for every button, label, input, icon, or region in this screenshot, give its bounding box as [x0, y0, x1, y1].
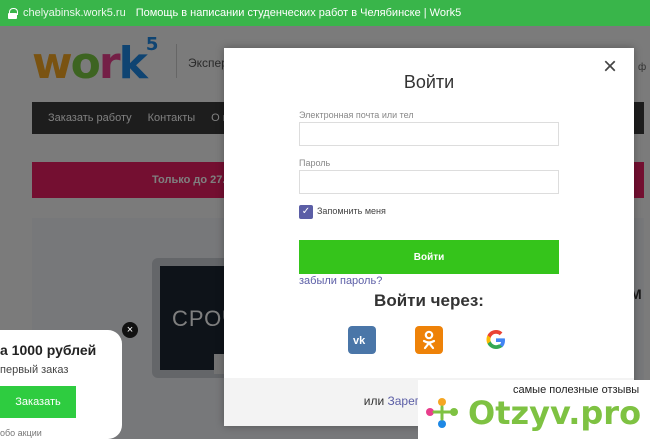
password-label: Пароль: [299, 158, 331, 168]
discount-more-link[interactable]: обо акции: [0, 428, 42, 438]
google-icon[interactable]: [482, 326, 510, 354]
email-field[interactable]: [299, 122, 559, 146]
odnoklassniki-icon[interactable]: [415, 326, 443, 354]
browser-address-bar[interactable]: chelyabinsk.work5.ru Помощь в написании …: [0, 0, 650, 26]
remember-me-label[interactable]: Запомнить меня: [317, 206, 386, 216]
watermark: самые полезные отзывы Otzyv.pro: [418, 380, 650, 439]
login-button[interactable]: Войти: [299, 240, 559, 274]
vk-icon[interactable]: vk: [348, 326, 376, 354]
forgot-password-link[interactable]: забыли пароль?: [299, 275, 382, 287]
discount-popup-subtitle: первый заказ: [0, 364, 69, 376]
lock-icon: [8, 7, 18, 19]
footer-prefix: или: [363, 394, 388, 408]
login-modal: × Войти Электронная почта или тел Пароль…: [224, 48, 634, 426]
email-label: Электронная почта или тел: [299, 110, 414, 120]
discount-popup-title: а 1000 рублей: [0, 342, 97, 358]
password-field[interactable]: [299, 170, 559, 194]
watermark-logo: Otzyv.pro: [468, 394, 642, 432]
discount-order-button[interactable]: Заказать: [0, 386, 76, 418]
close-icon[interactable]: ×: [122, 322, 138, 338]
browser-url[interactable]: chelyabinsk.work5.ru: [23, 7, 126, 19]
social-login-title: Войти через:: [374, 291, 484, 310]
discount-popup: а 1000 рублей первый заказ Заказать обо …: [0, 330, 122, 439]
watermark-people-icon: [426, 398, 458, 428]
svg-text:vk: vk: [353, 335, 366, 346]
browser-page-title: Помощь в написании студенческих работ в …: [135, 7, 462, 19]
modal-title: Войти: [403, 72, 455, 92]
remember-me-checkbox[interactable]: ✓: [299, 205, 313, 219]
